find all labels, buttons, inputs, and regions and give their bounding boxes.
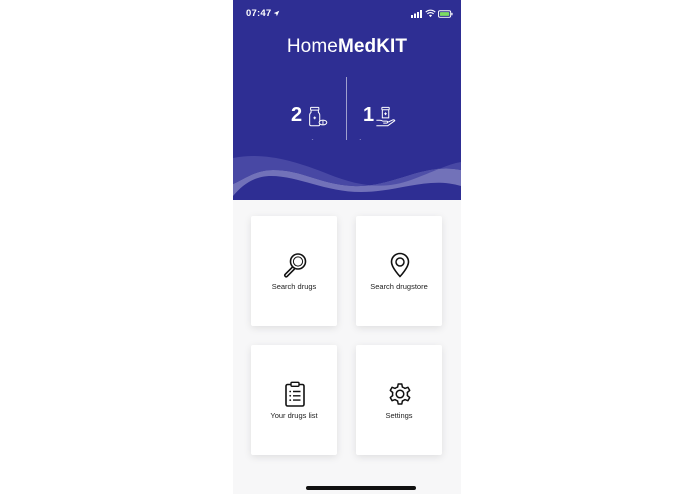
home-indicator[interactable]	[306, 486, 416, 490]
menu-card-your-drugs-list-label: Your drugs list	[270, 411, 318, 420]
app-title-home: Home	[286, 36, 338, 57]
menu-card-settings[interactable]: Settings	[356, 345, 442, 455]
app-title: HomeMedKIT	[233, 36, 461, 58]
location-pin-icon	[390, 252, 410, 278]
battery-icon	[438, 10, 453, 18]
menu-card-settings-label: Settings	[385, 411, 413, 420]
phone-screen: 07:47 HomeMedKIT 2 1 Search drugs Search…	[233, 0, 461, 494]
menu-card-search-drugs[interactable]: Search drugs	[251, 216, 337, 326]
menu-card-search-drugs-label: Search drugs	[271, 282, 317, 291]
pill-bottle-icon	[309, 106, 328, 127]
location-arrow-icon	[273, 10, 280, 17]
clipboard-list-icon	[285, 381, 305, 407]
magnifier-icon	[283, 253, 307, 278]
stat-low-count-value: 1	[363, 104, 375, 126]
app-title-medkit: MedKIT	[337, 36, 408, 57]
menu-card-search-drugstore-label: Search drugstore	[370, 282, 428, 291]
gear-icon	[389, 383, 411, 405]
stat-drug-count-value: 2	[291, 104, 303, 126]
header-wave	[233, 140, 461, 196]
cellular-signal-icon	[411, 10, 422, 18]
hand-medicine-icon	[376, 106, 396, 127]
status-time: 07:47	[246, 8, 272, 19]
wifi-icon	[425, 9, 436, 18]
status-bar: 07:47	[233, 0, 461, 26]
menu-card-your-drugs-list[interactable]: Your drugs list	[251, 345, 337, 455]
menu-card-search-drugstore[interactable]: Search drugstore	[356, 216, 442, 326]
